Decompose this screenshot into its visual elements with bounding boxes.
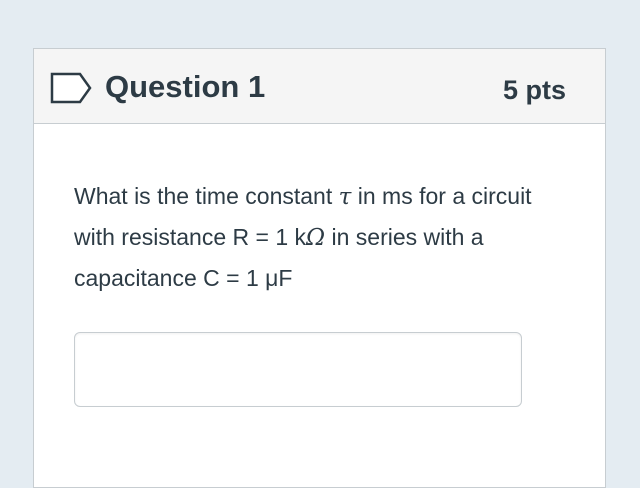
question-title: Question 1 — [105, 69, 266, 104]
bookmark-flag-icon[interactable] — [50, 72, 92, 104]
question-points: 5 pts — [502, 75, 566, 105]
tau-symbol: τ — [338, 184, 352, 210]
answer-input[interactable] — [74, 332, 522, 407]
question-header: Question 1 5 pts — [34, 49, 605, 124]
omega-symbol: Ω — [306, 225, 326, 251]
question-card: Question 1 5 pts What is the time consta… — [33, 48, 606, 488]
question-text: What is the time constant τ in ms for a … — [74, 176, 574, 298]
question-text-part1: What is the time constant — [74, 183, 339, 209]
